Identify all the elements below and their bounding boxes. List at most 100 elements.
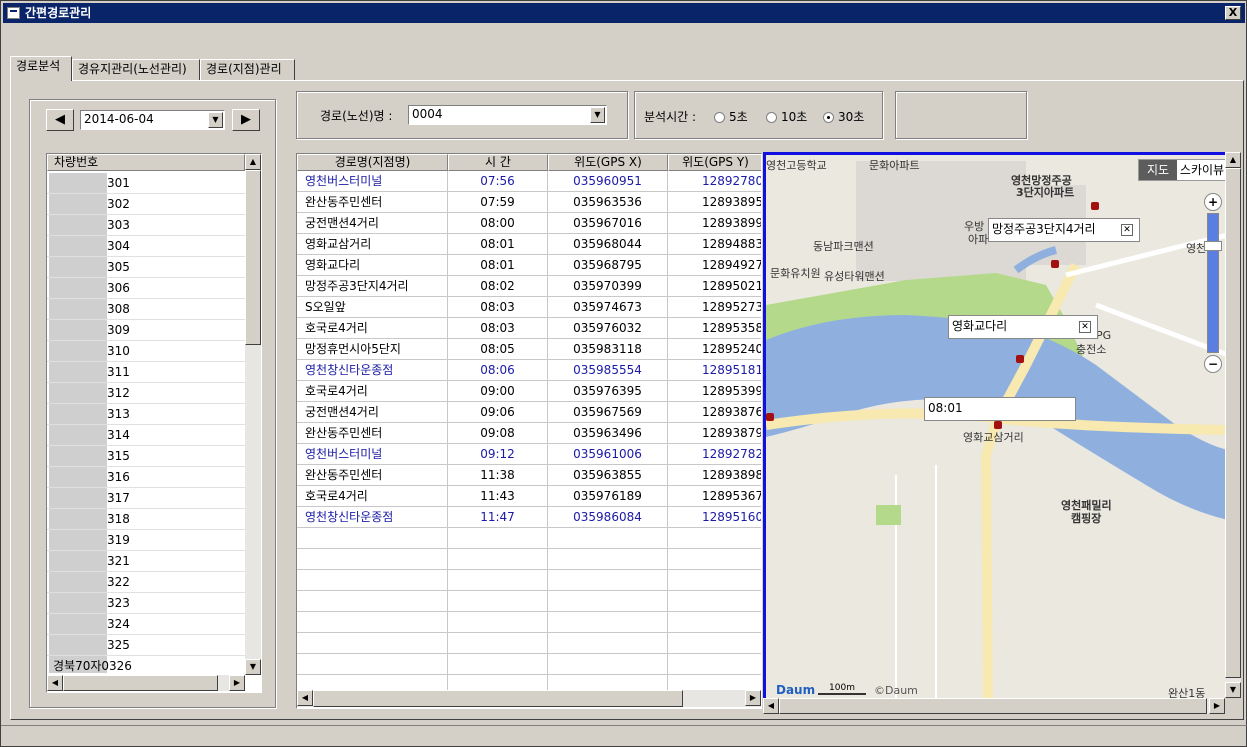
table-row[interactable]: 완산동주민센터07:59035963536128938952 [297,192,761,213]
scroll-down-icon[interactable]: ▼ [1225,682,1241,698]
table-row[interactable]: 영화교다리08:01035968795128949273 [297,255,761,276]
prev-date-button[interactable]: ◀ [46,109,74,131]
table-row[interactable]: 영천창신타운종점08:06035985554128951819 [297,360,761,381]
table-row[interactable]: 영천버스터미널07:56035960951128927807 [297,171,761,192]
vehicle-item[interactable]: 323 [47,593,245,614]
close-icon[interactable]: ✕ [1079,321,1091,333]
scroll-up-icon[interactable]: ▲ [1225,152,1241,168]
vehicle-item[interactable]: 317 [47,488,245,509]
scroll-thumb[interactable] [245,170,261,345]
table-row[interactable] [297,549,761,570]
table-row[interactable]: 완산동주민센터09:08035963496128938791 [297,423,761,444]
vehicle-item[interactable]: 312 [47,383,245,404]
hscroll-thumb[interactable] [63,675,218,691]
vehicle-item[interactable]: 306 [47,278,245,299]
vehicle-item[interactable]: 303 [47,215,245,236]
scroll-right-icon[interactable]: ▶ [229,675,245,691]
vehicle-item[interactable]: 311 [47,362,245,383]
tab-waypoint-management[interactable]: 경유지관리(노선관리) [72,59,200,80]
vehicle-item[interactable]: 310 [47,341,245,362]
table-row[interactable]: 영화교삼거리08:01035968044128948838 [297,234,761,255]
scroll-right-icon[interactable]: ▶ [1209,698,1225,714]
table-row[interactable] [297,612,761,633]
table-row[interactable]: 호국로4거리11:43035976189128953670 [297,486,761,507]
table-row[interactable]: 호국로4거리08:03035976032128953587 [297,318,761,339]
vehicle-item[interactable]: 321 [47,551,245,572]
vehicle-item[interactable]: 301 [47,173,245,194]
col-gpsx-header[interactable]: 위도(GPS X) [548,154,668,171]
route-marker[interactable] [766,413,774,421]
vehicle-item[interactable]: 308 [47,299,245,320]
col-time-header[interactable]: 시 간 [448,154,548,171]
scroll-down-icon[interactable]: ▼ [245,659,261,675]
chevron-down-icon[interactable]: ▼ [590,107,605,123]
table-row[interactable] [297,633,761,654]
vehicle-item[interactable]: 316 [47,467,245,488]
table-row[interactable]: 영천창신타운종점11:47035986084128951609 [297,507,761,528]
close-button[interactable]: X [1225,6,1241,20]
table-row[interactable] [297,570,761,591]
scroll-thumb[interactable] [1225,168,1241,678]
vehicle-item[interactable]: 304 [47,236,245,257]
route-select[interactable]: 0004 ▼ [408,105,607,125]
tab-route-analysis[interactable]: 경로분석 [10,56,72,81]
zoom-slider[interactable] [1207,213,1219,353]
zoom-out-icon[interactable]: − [1204,355,1222,373]
close-icon[interactable]: ✕ [1121,224,1133,236]
table-row[interactable] [297,654,761,675]
vehicle-item[interactable]: 309 [47,320,245,341]
scroll-left-icon[interactable]: ◀ [47,675,63,691]
scroll-left-icon[interactable]: ◀ [297,690,313,706]
table-row[interactable]: 완산동주민센터11:38035963855128938989 [297,465,761,486]
next-date-button[interactable]: ▶ [232,109,260,131]
vehicle-item[interactable]: 305 [47,257,245,278]
vehicle-item[interactable]: 324 [47,614,245,635]
vehicle-item[interactable]: 314 [47,425,245,446]
stops-hscrollbar[interactable]: ◀ ▶ [297,690,761,707]
scroll-left-icon[interactable]: ◀ [763,698,779,714]
col-gpsy-header[interactable]: 위도(GPS Y) [668,154,761,171]
table-row[interactable]: 망정휴먼시아5단지08:05035983118128952405 [297,339,761,360]
map-type-sky[interactable]: 스카이뷰 [1179,160,1225,180]
map-view[interactable]: 영천고등학교 문화아파트 영천망정주공 3단지아파트 동남파크맨션 문화유치원 … [763,152,1225,698]
date-picker[interactable]: 2014-06-04 ▼ [80,110,225,130]
route-marker[interactable] [1016,355,1024,363]
scroll-up-icon[interactable]: ▲ [245,154,261,170]
table-row[interactable]: 영천버스터미널09:12035961006128927825 [297,444,761,465]
table-row[interactable]: S오일앞08:03035974673128952738 [297,297,761,318]
table-row[interactable]: 궁전맨션4거리08:00035967016128938999 [297,213,761,234]
vehicle-item[interactable]: 315 [47,446,245,467]
vehicle-hscrollbar[interactable]: ◀ ▶ [47,675,245,691]
vehicle-item[interactable]: 경북70자0326 [47,656,245,677]
vehicle-item[interactable]: 313 [47,404,245,425]
map-vscrollbar[interactable]: ▲ ▼ [1225,152,1241,698]
zoom-handle[interactable] [1204,241,1222,251]
radio-30s[interactable]: 30초 [823,108,864,125]
table-row[interactable]: 궁전맨션4거리09:06035967569128938760 [297,402,761,423]
col-name-header[interactable]: 경로명(지점명) [297,154,448,171]
radio-10s[interactable]: 10초 [766,108,807,125]
route-marker[interactable] [994,421,1002,429]
vehicle-vscrollbar[interactable]: ▲ ▼ [245,154,261,675]
radio-5s[interactable]: 5초 [714,108,748,125]
chevron-down-icon[interactable]: ▼ [208,112,223,128]
table-row[interactable]: 망정주공3단지4거리08:02035970399128950218 [297,276,761,297]
vehicle-item[interactable]: 325 [47,635,245,656]
hscroll-thumb[interactable] [779,698,1207,714]
hscroll-thumb[interactable] [313,690,683,707]
zoom-in-icon[interactable]: + [1204,193,1222,211]
table-row[interactable]: 호국로4거리09:00035976395128953994 [297,381,761,402]
tab-route-point-management[interactable]: 경로(지점)관리 [200,59,295,80]
table-row[interactable] [297,528,761,549]
vehicle-item[interactable]: 319 [47,530,245,551]
table-row[interactable] [297,591,761,612]
route-marker[interactable] [1051,260,1059,268]
scroll-right-icon[interactable]: ▶ [745,690,761,706]
route-marker[interactable] [1091,202,1099,210]
map-type-map[interactable]: 지도 [1139,160,1177,180]
radio-icon[interactable] [766,112,777,123]
radio-icon[interactable] [714,112,725,123]
vehicle-item[interactable]: 322 [47,572,245,593]
vehicle-item[interactable]: 318 [47,509,245,530]
vehicle-item[interactable]: 302 [47,194,245,215]
